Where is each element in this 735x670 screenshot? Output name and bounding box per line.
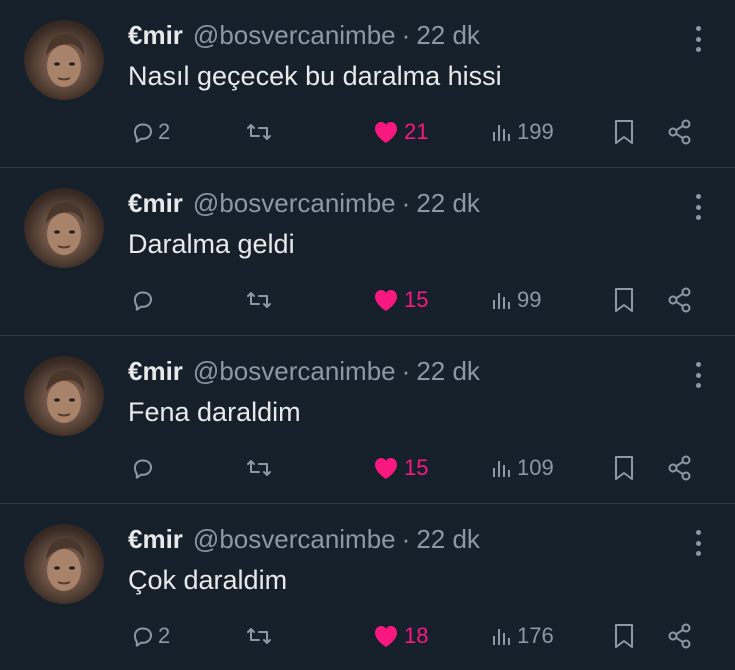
reply-icon bbox=[134, 627, 152, 647]
share-icon bbox=[668, 455, 691, 481]
timestamp[interactable]: 22 dk bbox=[416, 186, 480, 220]
heart-icon bbox=[375, 290, 397, 311]
display-name[interactable]: €mir bbox=[128, 522, 183, 556]
bookmark-icon bbox=[615, 456, 633, 480]
action-bar: 2 18 176 bbox=[0, 616, 735, 656]
timestamp[interactable]: 22 dk bbox=[416, 354, 480, 388]
action-bar: 15 109 bbox=[0, 448, 735, 488]
display-name[interactable]: €mir bbox=[128, 18, 183, 52]
share-button[interactable] bbox=[666, 112, 694, 152]
tweet-text: Fena daraldim bbox=[128, 397, 301, 427]
like-button[interactable]: 18 bbox=[372, 616, 428, 656]
retweet-button[interactable] bbox=[245, 616, 276, 656]
retweet-icon bbox=[247, 460, 271, 476]
action-bar: 2 21 199 bbox=[0, 112, 735, 152]
views-icon bbox=[493, 125, 510, 141]
user-handle[interactable]: @bosvercanimbe bbox=[193, 522, 396, 556]
avatar[interactable] bbox=[24, 524, 104, 604]
tweet[interactable]: €mir @bosvercanimbe · 22 dk Çok daraldim… bbox=[0, 504, 735, 670]
display-name[interactable]: €mir bbox=[128, 186, 183, 220]
like-button[interactable]: 15 bbox=[372, 280, 428, 320]
reply-icon bbox=[134, 123, 152, 143]
separator: · bbox=[401, 524, 411, 554]
timestamp[interactable]: 22 dk bbox=[416, 18, 480, 52]
more-icon[interactable] bbox=[695, 194, 701, 220]
reply-button[interactable]: 2 bbox=[131, 616, 170, 656]
timestamp[interactable]: 22 dk bbox=[416, 522, 480, 556]
retweet-icon bbox=[247, 292, 271, 308]
tweet[interactable]: €mir @bosvercanimbe · 22 dk Daralma geld… bbox=[0, 168, 735, 336]
tweet-header: €mir @bosvercanimbe · 22 dk bbox=[128, 522, 480, 556]
view-count: 176 bbox=[517, 623, 554, 648]
separator: · bbox=[401, 188, 411, 218]
share-button[interactable] bbox=[666, 616, 694, 656]
bookmark-icon bbox=[615, 120, 633, 144]
retweet-button[interactable] bbox=[245, 448, 276, 488]
heart-icon bbox=[375, 122, 397, 143]
retweet-icon bbox=[247, 628, 271, 644]
reply-button[interactable] bbox=[131, 280, 158, 320]
avatar[interactable] bbox=[24, 20, 104, 100]
view-count: 199 bbox=[517, 119, 554, 144]
bookmark-button[interactable] bbox=[612, 448, 636, 488]
share-icon bbox=[668, 287, 691, 313]
display-name[interactable]: €mir bbox=[128, 354, 183, 388]
tweet-header: €mir @bosvercanimbe · 22 dk bbox=[128, 186, 480, 220]
like-count: 15 bbox=[404, 455, 429, 480]
separator: · bbox=[401, 356, 411, 386]
tweet-header: €mir @bosvercanimbe · 22 dk bbox=[128, 18, 480, 52]
share-button[interactable] bbox=[666, 448, 694, 488]
heart-icon bbox=[375, 626, 397, 647]
like-count: 18 bbox=[404, 623, 429, 648]
like-count: 15 bbox=[404, 287, 429, 312]
reply-icon bbox=[134, 291, 152, 311]
tweet-text: Çok daraldim bbox=[128, 565, 288, 595]
retweet-button[interactable] bbox=[245, 112, 276, 152]
bookmark-button[interactable] bbox=[612, 112, 636, 152]
share-icon bbox=[668, 623, 691, 649]
heart-icon bbox=[375, 458, 397, 479]
user-handle[interactable]: @bosvercanimbe bbox=[193, 186, 396, 220]
user-handle[interactable]: @bosvercanimbe bbox=[193, 18, 396, 52]
action-bar: 15 99 bbox=[0, 280, 735, 320]
views-icon bbox=[493, 629, 510, 645]
bookmark-button[interactable] bbox=[612, 280, 636, 320]
user-handle[interactable]: @bosvercanimbe bbox=[193, 354, 396, 388]
reply-count: 2 bbox=[158, 119, 171, 144]
bookmark-icon bbox=[615, 624, 633, 648]
like-button[interactable]: 21 bbox=[372, 112, 428, 152]
share-icon bbox=[668, 119, 691, 145]
tweet[interactable]: €mir @bosvercanimbe · 22 dk Nasıl geçece… bbox=[0, 0, 735, 168]
more-icon[interactable] bbox=[695, 362, 701, 388]
view-count: 99 bbox=[517, 287, 542, 312]
more-icon[interactable] bbox=[695, 26, 701, 52]
like-button[interactable]: 15 bbox=[372, 448, 428, 488]
more-icon[interactable] bbox=[695, 530, 701, 556]
retweet-button[interactable] bbox=[245, 280, 276, 320]
tweet-text: Nasıl geçecek bu daralma hissi bbox=[128, 61, 502, 91]
view-count: 109 bbox=[517, 455, 554, 480]
views-button[interactable]: 109 bbox=[490, 448, 554, 488]
views-button[interactable]: 176 bbox=[490, 616, 554, 656]
tweet-text: Daralma geldi bbox=[128, 229, 295, 259]
tweet-feed: €mir @bosvercanimbe · 22 dk Nasıl geçece… bbox=[0, 0, 735, 670]
share-button[interactable] bbox=[666, 280, 694, 320]
bookmark-icon bbox=[615, 288, 633, 312]
views-icon bbox=[493, 293, 510, 309]
views-icon bbox=[493, 461, 510, 477]
like-count: 21 bbox=[404, 119, 429, 144]
reply-button[interactable]: 2 bbox=[131, 112, 170, 152]
avatar[interactable] bbox=[24, 188, 104, 268]
bookmark-button[interactable] bbox=[612, 616, 636, 656]
reply-icon bbox=[134, 459, 152, 479]
retweet-icon bbox=[247, 124, 271, 140]
reply-count: 2 bbox=[158, 623, 171, 648]
reply-button[interactable] bbox=[131, 448, 158, 488]
views-button[interactable]: 99 bbox=[490, 280, 541, 320]
tweet-header: €mir @bosvercanimbe · 22 dk bbox=[128, 354, 480, 388]
avatar[interactable] bbox=[24, 356, 104, 436]
separator: · bbox=[401, 20, 411, 50]
views-button[interactable]: 199 bbox=[490, 112, 554, 152]
tweet[interactable]: €mir @bosvercanimbe · 22 dk Fena daraldi… bbox=[0, 336, 735, 504]
